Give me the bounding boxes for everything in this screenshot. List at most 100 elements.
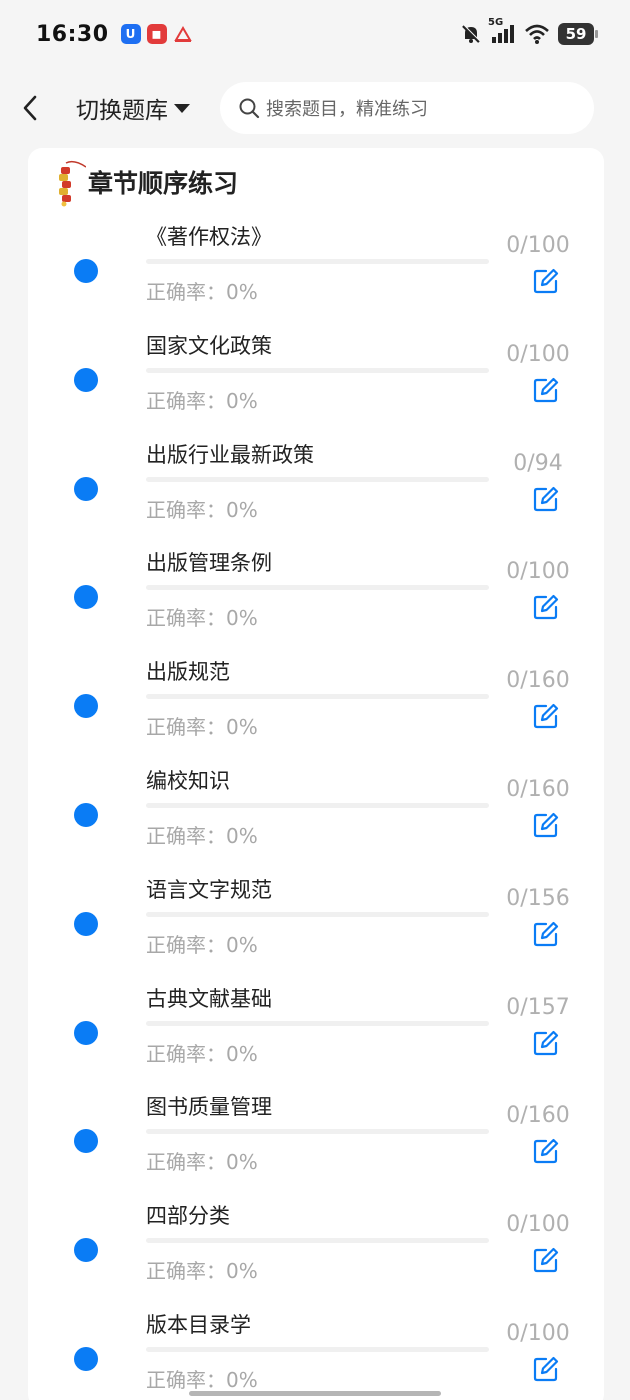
chapter-accuracy: 正确率：0% [146, 824, 258, 848]
search-icon [239, 98, 260, 119]
chapter-question-count: 0/94 [513, 450, 563, 476]
chapter-accuracy: 正确率：0% [146, 932, 258, 957]
caret-down-icon [174, 103, 190, 113]
chapter-progress-bar [146, 1129, 489, 1135]
status-bar: 16:30 U ◼ 5G 59 [0, 0, 630, 68]
search-input[interactable]: 搜索题目，精准练习 [220, 82, 594, 134]
chapter-row[interactable]: 图书质量管理 正确率：0% 0/160 [28, 1091, 604, 1200]
edit-practice-icon[interactable] [532, 1137, 560, 1165]
chapter-question-count: 0/100 [506, 1321, 570, 1346]
edit-practice-icon[interactable] [532, 1355, 560, 1383]
signal-5g-icon: 5G [488, 17, 516, 45]
chapter-status-dot [74, 803, 98, 827]
chapter-progress-bar [146, 803, 489, 808]
chapter-row[interactable]: 国家文化政策 正确率：0% 0/100 [28, 330, 604, 439]
chapter-question-count: 0/160 [506, 1103, 570, 1129]
chapter-status-dot [74, 1020, 98, 1045]
chapter-title: 古典文献基础 [146, 986, 272, 1011]
chapter-status-dot [74, 367, 98, 392]
switch-question-bank-label: 切换题库 [76, 98, 168, 124]
chapter-question-count: 0/157 [506, 994, 570, 1020]
edit-practice-icon[interactable] [532, 1029, 560, 1057]
chapter-title: 图书质量管理 [146, 1095, 272, 1120]
chapter-accuracy: 正确率：0% [146, 280, 258, 304]
chapter-question-count: 0/156 [506, 885, 570, 911]
edit-practice-icon[interactable] [532, 267, 560, 295]
chapter-status-dot [74, 911, 98, 936]
edit-practice-icon[interactable] [532, 485, 560, 513]
chapter-row[interactable]: 出版管理条例 正确率：0% 0/100 [28, 547, 604, 656]
chapter-accuracy: 正确率：0% [146, 1150, 258, 1175]
chapter-accuracy: 正确率：0% [146, 1259, 258, 1284]
wifi-icon [524, 23, 550, 45]
chapter-title: 出版行业最新政策 [146, 442, 314, 467]
chapter-row[interactable]: 版本目录学正确率：0% 0/100 [28, 1309, 604, 1400]
edit-practice-icon[interactable] [532, 702, 560, 730]
section-header: 章节顺序练习 [56, 152, 238, 212]
app-notification-icon [173, 24, 193, 44]
chapter-title: 语言文字规范 [146, 877, 272, 902]
chapter-row[interactable]: 四部分类正确率：0% 0/100 [28, 1200, 604, 1309]
chapter-row[interactable]: 语言文字规范 正确率：0% 0/156 [28, 874, 604, 983]
chapter-progress-bar [146, 694, 489, 700]
chapter-accuracy: 正确率：0% [146, 388, 258, 413]
edit-practice-icon[interactable] [532, 811, 560, 839]
chapter-accuracy: 正确率：0% [146, 1368, 258, 1392]
home-indicator[interactable] [189, 1391, 441, 1396]
chapter-status-dot [74, 476, 98, 501]
chapter-accuracy: 正确率：0% [146, 497, 258, 522]
chapter-status-dot [74, 1347, 98, 1371]
chapter-accuracy: 正确率：0% [146, 715, 258, 740]
battery-indicator: 59 [558, 23, 598, 45]
chapter-accuracy: 正确率：0% [146, 1041, 258, 1066]
chapter-progress-bar [146, 585, 489, 591]
chapter-progress-bar [146, 911, 489, 917]
chapter-status-dot [74, 259, 98, 283]
chapter-title: 国家文化政策 [146, 333, 272, 358]
chapter-title: 四部分类 [146, 1204, 230, 1229]
chapter-progress-bar [146, 1238, 489, 1244]
chapter-question-count: 0/100 [506, 1212, 570, 1238]
chapter-title: 编校知识 [146, 769, 230, 793]
chapter-progress-bar [146, 259, 489, 264]
chapter-row[interactable]: 编校知识正确率：0% 0/160 [28, 765, 604, 874]
app-notification-icon: U [120, 24, 141, 44]
status-time: 16:30 [36, 21, 109, 47]
chapter-status-dot [74, 1238, 98, 1263]
chapter-question-count: 0/100 [506, 559, 570, 585]
edit-practice-icon[interactable] [532, 920, 560, 948]
app-notification-icon: ◼ [146, 24, 167, 44]
chapter-row[interactable]: 出版规范 正确率：0% 0/160 [28, 656, 604, 765]
chapter-row[interactable]: 《著作权法》 正确率：0% 0/100 [28, 221, 604, 330]
chapter-title: 《著作权法》 [146, 225, 272, 249]
chapter-status-dot [74, 585, 98, 610]
network-label: 5G [488, 17, 504, 28]
switch-question-bank-button[interactable]: 切换题库 [76, 91, 190, 125]
chapter-title: 出版管理条例 [146, 551, 272, 576]
search-placeholder: 搜索题目，精准练习 [266, 99, 428, 120]
chapter-question-count: 0/100 [506, 233, 570, 258]
chapter-row[interactable]: 古典文献基础 正确率：0% 0/157 [28, 983, 604, 1092]
chapter-progress-bar [146, 1347, 489, 1352]
edit-practice-icon[interactable] [532, 376, 560, 404]
chapter-progress-bar [146, 367, 489, 373]
chevron-left-icon [23, 95, 37, 121]
notification-icons: U ◼ [120, 24, 193, 44]
back-button[interactable] [20, 88, 60, 128]
chapter-question-count: 0/160 [506, 777, 570, 802]
chapter-status-dot [74, 694, 98, 719]
chapter-progress-bar [146, 1020, 489, 1026]
chapter-row[interactable]: 出版行业最新政策 正确率：0% 0/94 [28, 439, 604, 548]
firecracker-icon [59, 160, 86, 207]
chapter-accuracy: 正确率：0% [146, 606, 258, 631]
edit-practice-icon[interactable] [532, 1246, 560, 1274]
chapter-practice-card: 章节顺序练习 《著作权法》 正确率：0% 0/100 国家文化政策 正确率：0% 0/10… [28, 148, 604, 1400]
chapter-status-dot [74, 1129, 98, 1154]
edit-practice-icon[interactable] [532, 593, 560, 621]
top-bar: 切换题库 搜索题目，精准练习 [0, 68, 630, 148]
chapter-title: 出版规范 [146, 660, 230, 685]
section-title: 章节顺序练习 [88, 169, 239, 198]
chapter-question-count: 0/100 [506, 341, 570, 367]
mute-bell-icon [460, 23, 482, 45]
chapter-title: 版本目录学 [146, 1313, 251, 1337]
